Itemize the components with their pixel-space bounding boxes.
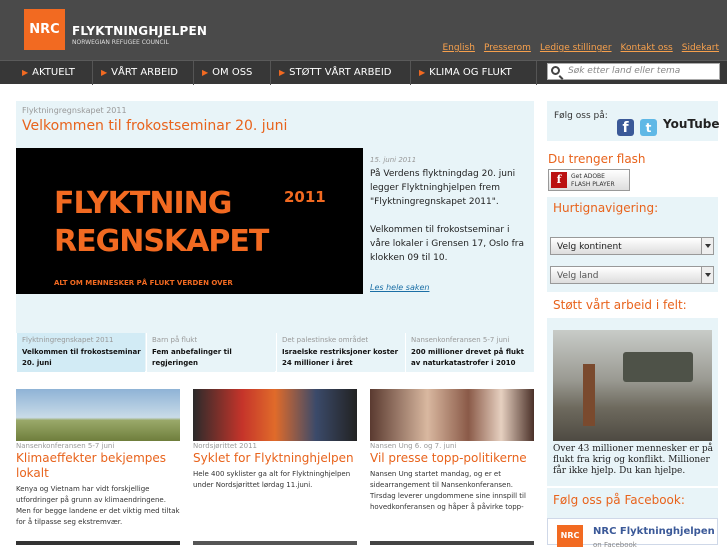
news-image xyxy=(16,541,180,545)
search-input[interactable]: Søk etter land eller tema xyxy=(547,63,720,80)
news-title[interactable]: Syklet for Flyktninghjelpen xyxy=(193,451,357,466)
quicknav-box: Hurtignavigering: Velg kontinent Velg la… xyxy=(547,197,718,292)
facebook-heading: Følg oss på Facebook: xyxy=(553,493,685,507)
tank-shape xyxy=(623,352,693,382)
link-jobs[interactable]: Ledige stillinger xyxy=(540,43,612,53)
follow-label: Følg oss på: xyxy=(554,111,608,121)
news-image xyxy=(193,541,357,545)
news-section: Nordsjørittet 2011 xyxy=(193,442,257,450)
news-image xyxy=(370,541,534,545)
twitter-icon[interactable]: t xyxy=(640,119,657,136)
site-header: NRC FLYKTNINGHJELPEN NORWEGIAN REFUGEE C… xyxy=(0,0,727,60)
link-contact[interactable]: Kontakt oss xyxy=(621,43,673,53)
banner-line2: REGNSKAPET xyxy=(54,224,269,259)
news-title[interactable]: Vil presse topp-politikerne xyxy=(370,451,534,466)
arrow-icon: ▶ xyxy=(22,68,29,77)
chevron-down-icon xyxy=(701,238,713,254)
link-english[interactable]: English xyxy=(442,43,475,53)
featured-date: 15. juni 2011 xyxy=(370,156,417,164)
support-text: Over 43 millioner mennesker er på flukt … xyxy=(553,444,713,476)
banner-line1: FLYKTNING xyxy=(54,186,232,221)
arrow-icon: ▶ xyxy=(419,68,426,77)
nav-vart-arbeid[interactable]: ▶ VÅRT ARBEID xyxy=(93,61,194,85)
news-text: Kenya og Vietnam har vidt forskjellige u… xyxy=(16,485,180,526)
arrow-icon: ▶ xyxy=(279,68,286,77)
link-sitemap[interactable]: Sidekart xyxy=(682,43,719,53)
flash-icon: f xyxy=(551,172,567,188)
arrow-icon: ▶ xyxy=(101,68,108,77)
nav-stott[interactable]: ▶ STØTT VÅRT ARBEID xyxy=(271,61,411,85)
featured-paragraph: Velkommen til frokostseminar i våre loka… xyxy=(370,225,524,263)
news-title[interactable]: Klimaeffekter bekjempes lokalt xyxy=(16,451,180,481)
fb-page-sub: on Facebook xyxy=(593,541,637,549)
featured-tab[interactable]: Nansenkonferansen 5-7 juni 200 millioner … xyxy=(405,333,534,372)
social-box: Følg oss på: f t YouTube xyxy=(547,101,720,141)
get-flash-button[interactable]: f Get ADOBE FLASH PLAYER xyxy=(548,169,630,191)
logo-subname: NORWEGIAN REFUGEE COUNCIL xyxy=(72,39,169,46)
country-select[interactable]: Velg land xyxy=(550,266,714,284)
nav-klima[interactable]: ▶ KLIMA OG FLUKT xyxy=(411,61,537,85)
featured-tab[interactable]: Flyktningregnskapet 2011 Velkommen til fr… xyxy=(16,333,145,372)
flash-heading: Du trenger flash xyxy=(548,152,646,166)
nav-om-oss[interactable]: ▶ OM OSS xyxy=(194,61,271,85)
arrow-icon: ▶ xyxy=(202,68,209,77)
continent-select[interactable]: Velg kontinent xyxy=(550,237,714,255)
news-text: Hele 400 syklister ga alt for Flyktningh… xyxy=(193,470,351,489)
news-image[interactable] xyxy=(193,389,357,441)
news-card[interactable]: Nansenkonferansen 5-7 juni Klimaeffekter… xyxy=(16,389,180,528)
fb-page-name[interactable]: NRC Flyktninghjelpen xyxy=(593,526,715,537)
news-card[interactable]: Nansen Ung 6. og 7. juni Vil presse topp… xyxy=(370,389,534,513)
youtube-icon[interactable]: YouTube xyxy=(663,117,720,131)
search-icon xyxy=(551,66,560,75)
link-presserom[interactable]: Presserom xyxy=(484,43,531,53)
news-section: Nansenkonferansen 5-7 juni xyxy=(16,442,115,450)
top-links: English Presserom Ledige stillinger Kont… xyxy=(442,43,719,53)
featured-tab[interactable]: Barn på flukt Fem anbefalinger til regjer… xyxy=(146,333,275,372)
news-text: Nansen Ung startet mandag, og er et side… xyxy=(370,470,526,511)
person-shape xyxy=(583,364,595,426)
featured-banner[interactable]: FLYKTNING 2011 REGNSKAPET ALT OM MENNESK… xyxy=(16,148,363,294)
news-image[interactable] xyxy=(370,389,534,441)
nrc-logo[interactable]: NRC xyxy=(24,9,65,50)
facebook-icon[interactable]: f xyxy=(617,119,634,136)
news-image[interactable] xyxy=(16,389,180,441)
banner-year: 2011 xyxy=(284,188,326,206)
nrc-logo: NRC xyxy=(557,525,583,547)
fb-like-box[interactable]: NRC NRC Flyktninghjelpen on Facebook xyxy=(547,518,718,549)
featured-tab[interactable]: Det palestinske området Israelske restrik… xyxy=(276,333,405,372)
banner-subtitle: ALT OM MENNESKER PÅ FLUKT VERDEN OVER xyxy=(54,279,233,287)
support-image[interactable] xyxy=(553,330,712,441)
logo-name[interactable]: FLYKTNINGHJELPEN xyxy=(72,24,207,38)
quicknav-heading: Hurtignavigering: xyxy=(553,201,659,215)
featured-title[interactable]: Velkommen til frokostseminar 20. juni xyxy=(22,118,287,134)
read-more-link[interactable]: Les hele saken xyxy=(370,283,429,292)
facebook-box: Følg oss på Facebook: NRC NRC Flyktningh… xyxy=(547,488,718,549)
featured-paragraph: På Verdens flyktningdag 20. juni legger … xyxy=(370,169,516,207)
support-box: Over 43 millioner mennesker er på flukt … xyxy=(547,318,718,486)
featured-panel: Flyktningregnskapet 2011 Velkommen til f… xyxy=(16,101,534,372)
nav-aktuelt[interactable]: ▶ AKTUELT xyxy=(14,61,93,85)
news-card[interactable]: Nordsjørittet 2011 Syklet for Flyktningh… xyxy=(193,389,357,491)
support-heading: Støtt vårt arbeid i felt: xyxy=(553,298,687,312)
news-section: Nansen Ung 6. og 7. juni xyxy=(370,442,457,450)
featured-section: Flyktningregnskapet 2011 xyxy=(22,106,127,115)
chevron-down-icon xyxy=(701,267,713,283)
